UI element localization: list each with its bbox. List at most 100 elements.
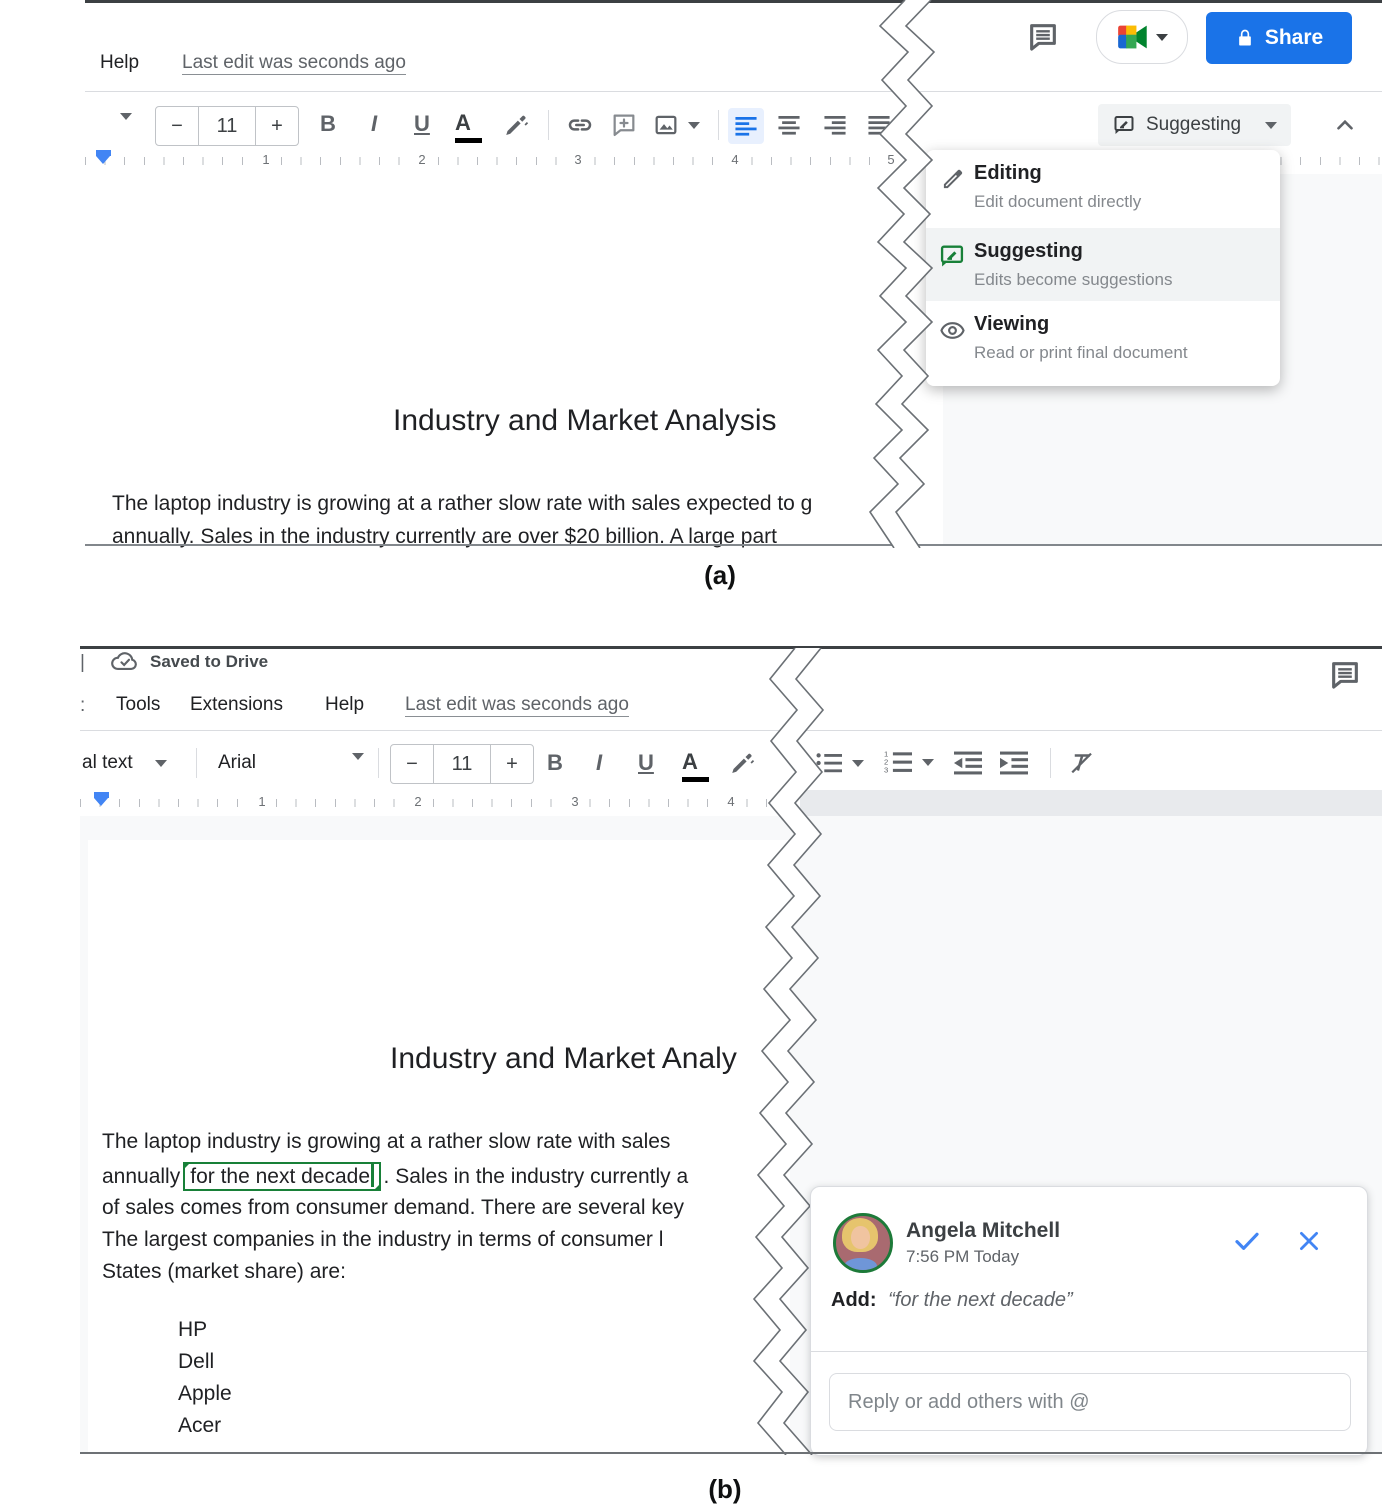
reply-input[interactable]: Reply or add others with @ bbox=[829, 1373, 1351, 1431]
document-page[interactable] bbox=[85, 174, 943, 546]
document-paragraph-line: annuallyfor the next decade. Sales in th… bbox=[102, 1162, 688, 1191]
suggestion-cursor bbox=[371, 1164, 374, 1187]
share-label: Share bbox=[1265, 26, 1323, 50]
font-size-input[interactable]: 11 bbox=[198, 107, 256, 145]
font-size-decrease-button[interactable]: − bbox=[391, 745, 433, 783]
add-comment-icon[interactable] bbox=[610, 111, 638, 139]
document-title-text: Industry and Market Analy bbox=[390, 1042, 737, 1076]
lock-icon bbox=[1235, 28, 1255, 48]
last-edit-link[interactable]: Last edit was seconds ago bbox=[405, 694, 629, 717]
font-family-select[interactable]: Arial bbox=[218, 752, 256, 774]
comment-quote: “for the next decade” bbox=[888, 1289, 1073, 1311]
insert-image-button[interactable] bbox=[652, 111, 700, 139]
last-edit-link[interactable]: Last edit was seconds ago bbox=[182, 52, 406, 75]
underline-button[interactable]: U bbox=[414, 113, 430, 135]
share-button[interactable]: Share bbox=[1206, 12, 1352, 64]
font-size-control[interactable]: − 11 + bbox=[155, 106, 299, 146]
font-size-control[interactable]: − 11 + bbox=[390, 744, 534, 784]
mode-item-description: Edit document directly bbox=[974, 192, 1141, 212]
italic-button[interactable]: I bbox=[371, 113, 377, 135]
text-color-glyph: A bbox=[682, 749, 698, 774]
open-comments-icon[interactable] bbox=[1326, 656, 1364, 694]
ruler-number: 1 bbox=[259, 152, 272, 167]
toolbar-separator bbox=[548, 110, 549, 140]
mode-item-description: Read or print final document bbox=[974, 343, 1188, 363]
mode-dropdown-caret bbox=[1265, 122, 1277, 129]
screenshot-a-top-border bbox=[85, 0, 1382, 3]
cropped-edge-fragment: | bbox=[80, 652, 85, 674]
increase-indent-icon[interactable] bbox=[1000, 751, 1028, 775]
text-color-swatch bbox=[682, 777, 709, 782]
document-title-text: Industry and Market Analysis bbox=[393, 404, 777, 438]
text-color-glyph: A bbox=[455, 110, 471, 135]
insert-link-icon[interactable] bbox=[564, 110, 596, 140]
document-paragraph-line: The laptop industry is growing at a rath… bbox=[102, 1130, 670, 1154]
document-paragraph-line: The laptop industry is growing at a rath… bbox=[112, 492, 812, 516]
hide-menus-chevron-icon[interactable] bbox=[1332, 112, 1358, 138]
highlight-color-icon[interactable] bbox=[500, 110, 530, 140]
torn-edge bbox=[860, 0, 970, 548]
suggested-insertion[interactable]: for the next decade bbox=[183, 1162, 380, 1191]
decrease-indent-icon[interactable] bbox=[954, 751, 982, 775]
mode-item-description: Edits become suggestions bbox=[974, 270, 1172, 290]
text-color-button[interactable]: A bbox=[682, 751, 709, 782]
list-item: Dell bbox=[178, 1350, 214, 1374]
toolbar-separator bbox=[718, 110, 719, 140]
ruler-number: 4 bbox=[728, 152, 741, 167]
style-dropdown-caret bbox=[155, 760, 167, 767]
indent-marker[interactable] bbox=[96, 150, 111, 164]
toolbar-separator bbox=[196, 748, 197, 778]
reply-placeholder: Reply or add others with @ bbox=[848, 1391, 1090, 1414]
meet-button[interactable] bbox=[1096, 10, 1188, 64]
font-size-increase-button[interactable]: + bbox=[491, 745, 533, 783]
image-dropdown-caret bbox=[688, 122, 700, 129]
numbered-list-caret bbox=[922, 759, 934, 766]
ruler-number: 3 bbox=[568, 794, 581, 809]
bold-button[interactable]: B bbox=[320, 113, 336, 135]
mode-button-label: Suggesting bbox=[1146, 114, 1241, 136]
suggested-text: for the next decade bbox=[190, 1165, 370, 1188]
menu-help[interactable]: Help bbox=[100, 52, 139, 74]
reject-suggestion-icon[interactable] bbox=[1295, 1227, 1323, 1255]
comment-card: Angela Mitchell 7:56 PM Today Add: “for … bbox=[810, 1186, 1368, 1456]
comment-body: Add: “for the next decade” bbox=[831, 1289, 1073, 1312]
numbered-list-button[interactable]: 123 bbox=[884, 750, 934, 774]
mode-menu-item-suggesting[interactable]: Suggesting Edits become suggestions bbox=[926, 228, 1280, 301]
mode-item-label: Viewing bbox=[974, 313, 1049, 336]
align-right-button[interactable] bbox=[824, 116, 846, 135]
text-color-button[interactable]: A bbox=[455, 112, 482, 143]
indent-marker[interactable] bbox=[94, 792, 109, 806]
menu-tools[interactable]: Tools bbox=[116, 694, 160, 716]
italic-button[interactable]: I bbox=[596, 752, 602, 774]
open-comments-icon[interactable] bbox=[1024, 18, 1062, 56]
comment-timestamp: 7:56 PM Today bbox=[906, 1247, 1019, 1267]
header-divider bbox=[85, 91, 1382, 92]
mode-menu-item-viewing[interactable]: Viewing Read or print final document bbox=[926, 301, 1280, 386]
document-paragraph-line: States (market share) are: bbox=[102, 1260, 346, 1284]
list-item: Acer bbox=[178, 1414, 221, 1438]
menu-extensions[interactable]: Extensions bbox=[190, 694, 283, 716]
align-left-button[interactable] bbox=[728, 108, 764, 144]
editing-mode-button[interactable]: Suggesting bbox=[1098, 104, 1291, 146]
bold-button[interactable]: B bbox=[547, 752, 563, 774]
paragraph-style-select[interactable]: al text bbox=[82, 752, 167, 774]
more-toolbar-caret[interactable] bbox=[120, 120, 132, 138]
font-size-decrease-button[interactable]: − bbox=[156, 107, 198, 145]
font-family-value: Arial bbox=[218, 752, 256, 773]
align-center-button[interactable] bbox=[778, 116, 800, 135]
saved-to-drive-status[interactable]: Saved to Drive bbox=[150, 652, 268, 672]
saved-to-drive-icon bbox=[110, 650, 140, 674]
mode-item-label: Editing bbox=[974, 162, 1042, 185]
figure-canvas: Help Last edit was seconds ago Share − 1… bbox=[0, 0, 1382, 1510]
font-size-input[interactable]: 11 bbox=[433, 745, 491, 783]
accept-suggestion-icon[interactable] bbox=[1231, 1225, 1263, 1257]
font-size-increase-button[interactable]: + bbox=[256, 107, 298, 145]
menu-help[interactable]: Help bbox=[325, 694, 364, 716]
underline-button[interactable]: U bbox=[638, 752, 654, 774]
comment-divider bbox=[811, 1351, 1367, 1352]
clear-formatting-icon[interactable] bbox=[1066, 748, 1096, 778]
mode-menu-item-editing[interactable]: Editing Edit document directly bbox=[926, 150, 1280, 228]
figure-caption-b: (b) bbox=[625, 1474, 825, 1505]
svg-text:3: 3 bbox=[884, 766, 888, 774]
font-dropdown-caret[interactable] bbox=[352, 760, 364, 778]
